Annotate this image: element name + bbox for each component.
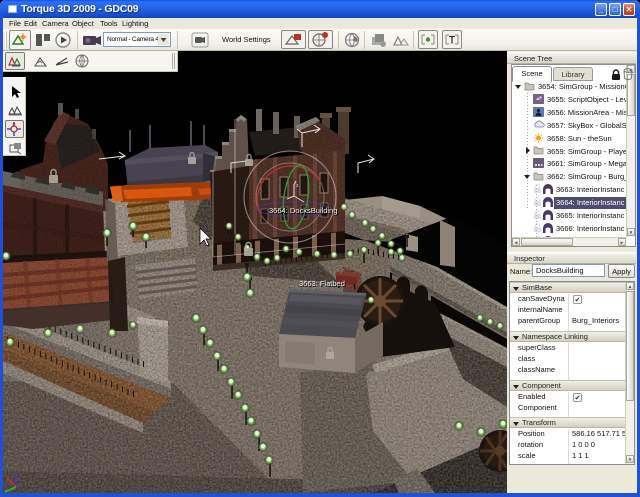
- svg-text:3664: DocksBuilding: 3664: DocksBuilding: [269, 206, 337, 215]
- svg-text:3663: Flatbed: 3663: Flatbed: [299, 279, 345, 288]
